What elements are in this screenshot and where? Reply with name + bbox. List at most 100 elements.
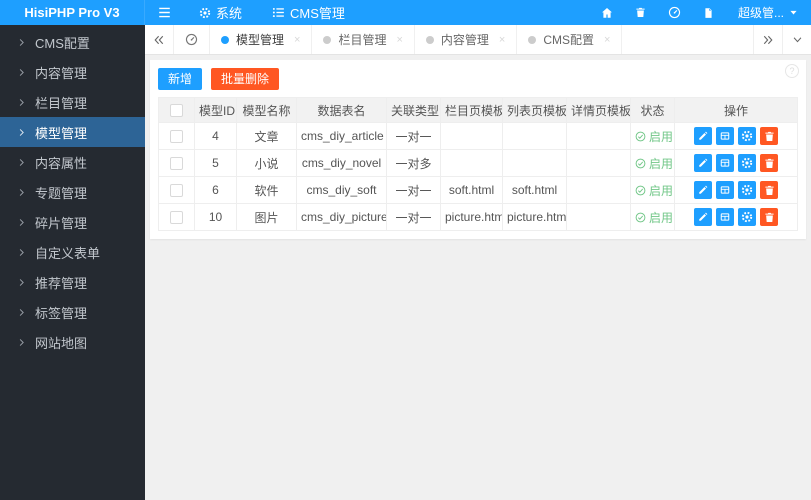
sidebar-item-9[interactable]: 标签管理 [0,297,145,327]
sidebar-item-10[interactable]: 网站地图 [0,327,145,357]
sidebar-item-7[interactable]: 自定义表单 [0,237,145,267]
pencil-icon [698,212,708,222]
sidebar-item-4[interactable]: 内容属性 [0,147,145,177]
check-circle-icon [635,158,646,169]
trash-icon [764,212,775,223]
row-checkbox[interactable] [170,184,183,198]
sidebar-item-3[interactable]: 模型管理 [0,117,145,147]
model-id: 6 [194,176,237,204]
column-header: 栏目页模板 [440,97,503,123]
topnav-item-system[interactable]: 系统 [184,0,257,25]
list-template: picture.html [502,203,567,231]
tabs-menu-button[interactable] [782,25,811,54]
sidebar-item-2[interactable]: 栏目管理 [0,87,145,117]
relation-type: 一对一 [386,203,441,231]
trash-icon [635,7,646,18]
row-checkbox[interactable] [170,211,183,225]
sidebar-toggle-button[interactable] [145,0,184,25]
chevron-right-icon [17,218,26,227]
tab-2[interactable]: 内容管理 × [414,25,518,54]
sidebar-item-8[interactable]: 推荐管理 [0,267,145,297]
settings-button[interactable] [738,154,756,172]
chevron-right-icon [17,188,26,197]
model-id: 5 [194,149,237,177]
user-menu[interactable]: 超级管... [725,0,811,25]
home-tab[interactable] [174,25,210,54]
settings-button[interactable] [738,181,756,199]
tab-close-icon[interactable]: × [499,34,505,46]
user-name: 超级管... [737,6,784,20]
table-icon [720,131,730,141]
edit-button[interactable] [694,208,712,226]
table-name: cms_diy_novel [296,149,387,177]
edit-button[interactable] [694,154,712,172]
batch-delete-button[interactable]: 批量删除 [211,68,280,90]
settings-button[interactable] [738,208,756,226]
sidebar: CMS配置 内容管理 栏目管理 模型管理 内容属性 专题管理 碎片管理 自定义表单 推荐管理标签… [0,25,145,500]
tab-label: 内容管理 [440,33,489,47]
menu-icon [158,6,171,19]
sidebar-item-0[interactable]: CMS配置 [0,27,145,57]
topnav-item-cms[interactable]: CMS管理 [257,0,360,25]
model-list-card: ? 新增 批量删除 模型ID 模型名称 数据表名 关联类型 栏目页模板 列表页模板 详情页模… [150,60,806,239]
column-header: 状态 [630,97,675,123]
trash-button[interactable] [624,0,657,25]
row-actions [679,154,793,172]
row-checkbox[interactable] [170,130,183,144]
add-button[interactable]: 新增 [158,68,203,90]
tabs-scroll-left-button[interactable] [145,25,174,54]
tab-1[interactable]: 栏目管理 × [312,25,415,54]
table-icon [720,212,730,222]
settings-button[interactable] [738,127,756,145]
category-template [440,122,503,150]
help-icon[interactable]: ? [785,64,799,78]
home-icon [601,7,613,19]
fields-button[interactable] [716,127,734,145]
tab-close-icon[interactable]: × [604,34,610,46]
tab-close-icon[interactable]: × [396,34,402,46]
home-button[interactable] [590,0,624,25]
edit-button[interactable] [694,181,712,199]
status-label: 启用 [649,156,674,171]
fields-button[interactable] [716,181,734,199]
chevron-right-icon [17,248,26,257]
delete-button[interactable] [760,208,778,226]
row-actions [679,208,793,226]
column-header: 详情页模板 [566,97,631,123]
tabs-scroll-right-button[interactable] [753,25,782,54]
tab-label: CMS配置 [543,33,595,47]
file-icon [703,7,714,19]
tab-status-dot [528,35,537,44]
status-badge: 启用 [635,155,673,172]
sidebar-item-5[interactable]: 专题管理 [0,177,145,207]
pencil-icon [698,185,708,195]
tab-3[interactable]: CMS配置 × [517,25,623,54]
delete-button[interactable] [760,127,778,145]
check-circle-icon [635,185,646,196]
table-icon [720,185,730,195]
sidebar-item-6[interactable]: 碎片管理 [0,207,145,237]
select-all-checkbox[interactable] [170,104,183,118]
top-nav: 系统 CMS管理 [145,0,360,25]
status-badge: 启用 [635,182,673,199]
edit-button[interactable] [694,127,712,145]
column-header: 模型名称 [236,97,297,123]
list-icon [272,6,285,19]
row-checkbox[interactable] [170,157,183,171]
sidebar-item-label: 网站地图 [35,335,88,351]
sidebar-item-1[interactable]: 内容管理 [0,57,145,87]
list-template [502,122,567,150]
check-circle-icon [635,131,646,142]
gauge-button[interactable] [657,0,692,25]
tab-close-icon[interactable]: × [294,34,300,46]
fields-button[interactable] [716,208,734,226]
delete-button[interactable] [760,154,778,172]
tab-0[interactable]: 模型管理 × [210,25,313,54]
delete-button[interactable] [760,181,778,199]
status-label: 启用 [649,129,674,144]
fields-button[interactable] [716,154,734,172]
list-template [502,149,567,177]
sidebar-item-label: 标签管理 [35,305,88,321]
file-button[interactable] [692,0,725,25]
chevron-right-icon [17,128,26,137]
